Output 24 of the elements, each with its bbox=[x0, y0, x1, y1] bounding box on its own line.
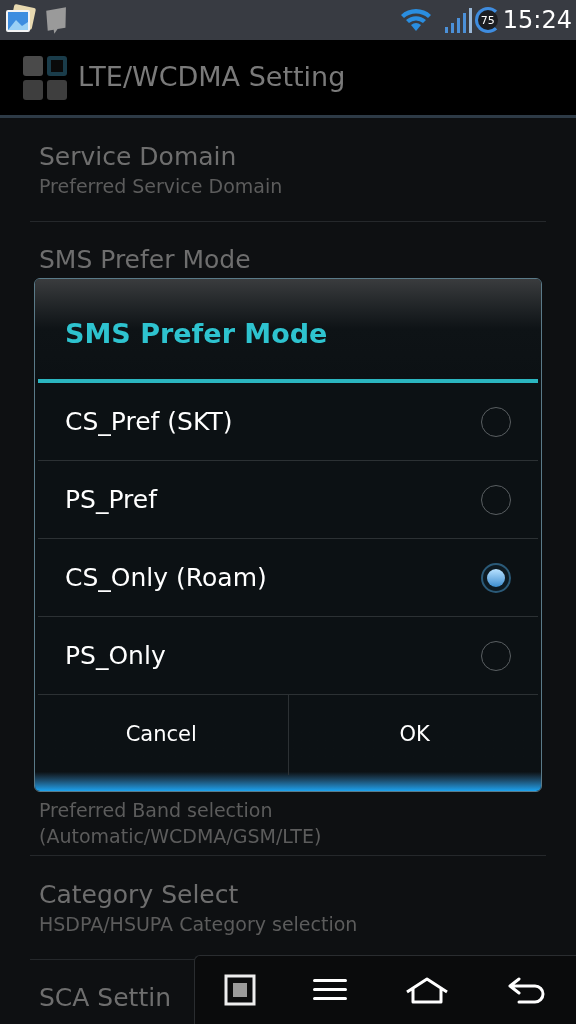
option-label: CS_Only (Roam) bbox=[65, 561, 268, 594]
option-row[interactable]: PS_Pref bbox=[38, 461, 538, 539]
setting-title: Service Domain bbox=[39, 140, 237, 173]
setting-subtitle: Preferred Service Domain bbox=[39, 173, 283, 199]
option-label: PS_Only bbox=[65, 639, 167, 672]
screen-title: LTE/WCDMA Setting bbox=[78, 60, 346, 95]
status-time: 15:24 bbox=[502, 5, 572, 36]
setting-title: SMS Prefer Mode bbox=[39, 244, 251, 276]
recent-apps-icon[interactable] bbox=[223, 974, 256, 1006]
dialog-button[interactable]: OK bbox=[288, 695, 541, 775]
option-row[interactable]: CS_Only (Roam) bbox=[38, 539, 538, 617]
option-label: PS_Pref bbox=[65, 483, 159, 516]
setting-title: SCA Settin bbox=[39, 982, 172, 1014]
dialog-title: SMS Prefer Mode bbox=[65, 316, 328, 351]
battery-indicator: 75 bbox=[474, 7, 501, 33]
setting-subtitle: HSDPA/HSUPA Category selection bbox=[39, 911, 358, 937]
setting-subtitle: Preferred Band selection (Automatic/WCDMA/GSM/LTE) bbox=[39, 798, 323, 849]
option-row[interactable]: CS_Pref (SKT) bbox=[38, 383, 538, 461]
radio-button[interactable] bbox=[481, 562, 511, 593]
signal-icon bbox=[442, 5, 473, 35]
setting-title: Category Select bbox=[39, 878, 239, 911]
menu-icon[interactable] bbox=[312, 978, 347, 1002]
dialog-button[interactable]: Cancel bbox=[35, 695, 289, 775]
option-label: CS_Pref (SKT) bbox=[65, 405, 234, 438]
